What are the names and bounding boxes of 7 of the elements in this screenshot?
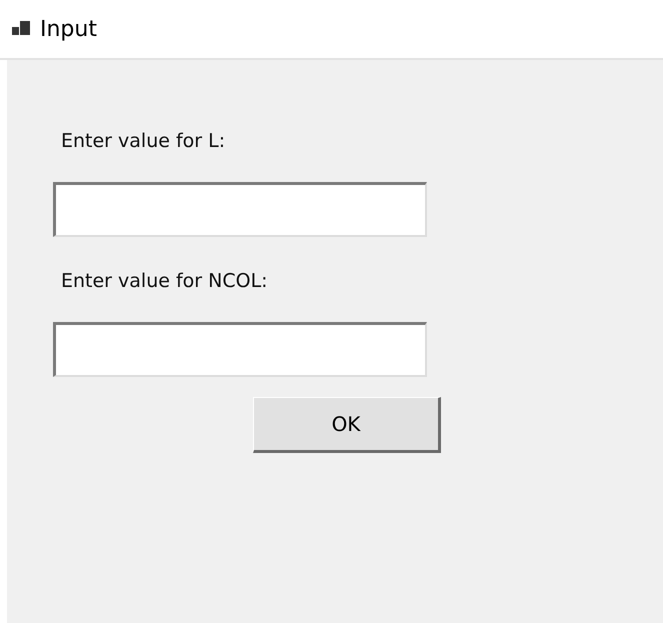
ok-button[interactable]: OK <box>253 397 441 453</box>
field-label: Enter value for NCOL: <box>61 270 269 292</box>
field-label: Enter value for L: <box>61 130 226 152</box>
input-field[interactable] <box>53 182 427 237</box>
input-field[interactable] <box>53 322 427 377</box>
window-icon <box>12 21 30 37</box>
window-title: Input <box>40 16 97 42</box>
